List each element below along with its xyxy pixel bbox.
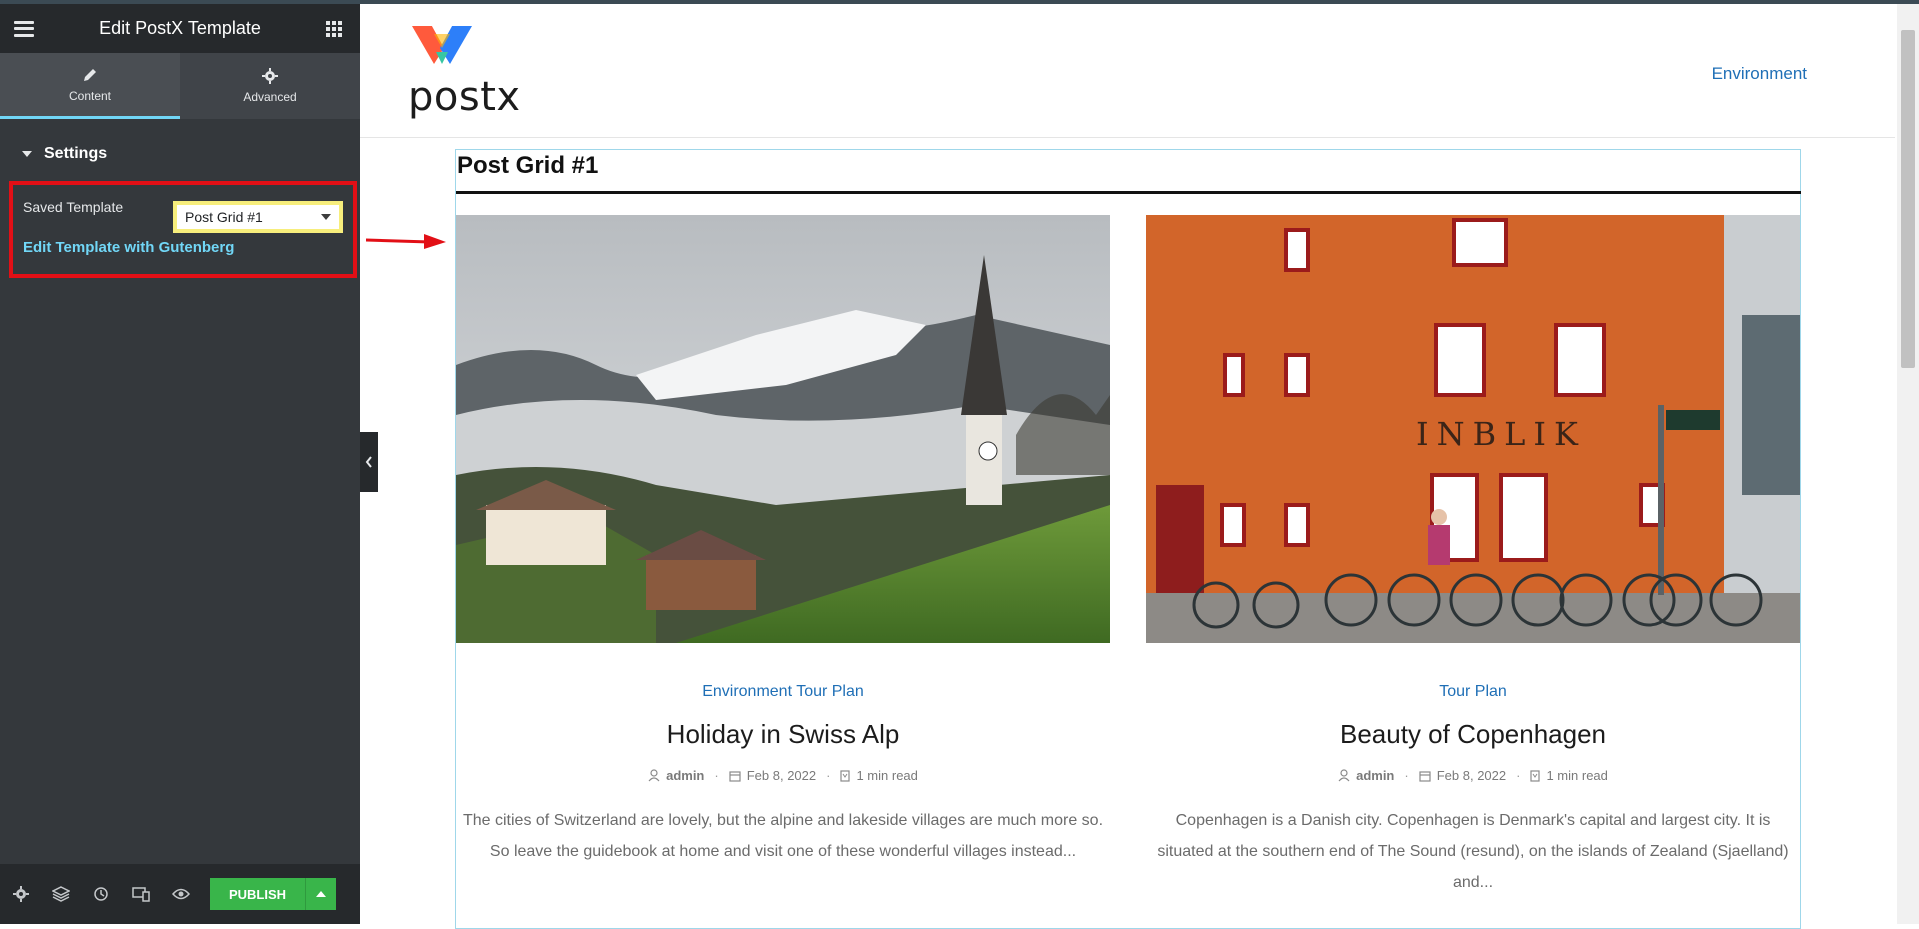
user-icon (648, 769, 660, 782)
hamburger-menu-icon[interactable] (14, 20, 34, 37)
category-link-tour-plan[interactable]: Tour Plan (1439, 683, 1507, 700)
post-meta: admin · Feb 8, 2022 · 1 min read (1146, 768, 1800, 783)
caret-up-icon (316, 891, 326, 897)
post-card-swiss-alp: Environment Tour Plan Holiday in Swiss A… (456, 215, 1110, 867)
history-icon[interactable] (92, 885, 110, 903)
tab-advanced-label: Advanced (243, 90, 297, 104)
post-author[interactable]: admin (1338, 768, 1394, 783)
post-image-copenhagen[interactable]: INBLIK (1146, 215, 1800, 643)
post-title[interactable]: Holiday in Swiss Alp (456, 719, 1110, 750)
meta-separator: · (826, 768, 831, 783)
panel-tabs: Content Advanced (0, 53, 360, 119)
tab-content-label: Content (68, 88, 112, 103)
post-excerpt: The cities of Switzerland are lovely, bu… (462, 812, 1104, 860)
pencil-icon (84, 68, 96, 81)
post-date: Feb 8, 2022 (729, 768, 816, 783)
post-date-text: Feb 8, 2022 (746, 768, 817, 783)
post-meta: admin · Feb 8, 2022 · 1 min read (456, 768, 1110, 783)
post-date-text: Feb 8, 2022 (1436, 768, 1507, 783)
publish-options-button[interactable] (306, 878, 336, 910)
elementor-panel: Edit PostX Template Content Advanced Set… (0, 4, 360, 924)
post-grid-heading: Post Grid #1 (457, 152, 599, 179)
user-icon (1338, 769, 1350, 782)
settings-icon[interactable] (12, 885, 30, 903)
post-read-time-text: 1 min read (856, 768, 918, 783)
dropdown-arrow-icon (321, 214, 331, 220)
post-author-name: admin (666, 768, 705, 783)
read-time-icon (840, 769, 851, 782)
post-author[interactable]: admin (648, 768, 704, 783)
panel-footer: PUBLISH (0, 864, 360, 924)
highlighted-controls-box: Saved Template Post Grid #1 Edit Templat… (9, 181, 357, 278)
post-categories: Environment Tour Plan (456, 683, 1110, 701)
saved-template-control: Saved Template (23, 199, 173, 215)
nav-item-environment[interactable]: Environment (1712, 64, 1807, 84)
settings-section-toggle[interactable]: Settings (0, 119, 360, 189)
scrollbar-thumb[interactable] (1901, 30, 1915, 368)
preview-scrollbar[interactable] (1897, 4, 1919, 924)
category-link-tour-plan[interactable]: Tour Plan (796, 683, 864, 700)
gear-icon (262, 68, 278, 84)
tab-content[interactable]: Content (0, 53, 180, 119)
red-annotation-arrow (366, 234, 446, 249)
panel-title: Edit PostX Template (99, 18, 261, 38)
meta-separator: · (714, 768, 719, 783)
calendar-icon (729, 770, 741, 782)
calendar-icon (1419, 770, 1431, 782)
edit-template-gutenberg-link[interactable]: Edit Template with Gutenberg (23, 239, 234, 256)
svg-text:INBLIK: INBLIK (1416, 415, 1586, 453)
publish-group: PUBLISH (210, 878, 336, 910)
post-date: Feb 8, 2022 (1419, 768, 1506, 783)
saved-template-label: Saved Template (23, 199, 124, 215)
post-read-time: 1 min read (840, 768, 918, 783)
post-card-copenhagen: INBLIK Tour Plan Beauty of Copenhagen ad… (1146, 215, 1800, 898)
tab-advanced[interactable]: Advanced (180, 53, 360, 119)
post-author-name: admin (1356, 768, 1395, 783)
post-categories: Tour Plan (1146, 683, 1800, 701)
preview-eye-icon[interactable] (172, 885, 190, 903)
post-read-time-text: 1 min read (1546, 768, 1608, 783)
collapse-panel-toggle[interactable] (360, 432, 378, 492)
meta-separator: · (1404, 768, 1409, 783)
caret-down-icon (22, 151, 32, 157)
responsive-icon[interactable] (132, 885, 150, 903)
layers-icon[interactable] (52, 885, 70, 903)
post-grid-block: Post Grid #1 Environment Tour Plan Holid… (455, 149, 1801, 929)
meta-separator: · (1516, 768, 1521, 783)
site-logo-text[interactable]: postx (408, 74, 521, 120)
post-read-time: 1 min read (1530, 768, 1608, 783)
panel-header: Edit PostX Template (0, 4, 360, 53)
chevron-left-icon (365, 456, 372, 468)
read-time-icon (1530, 769, 1541, 782)
post-excerpt: Copenhagen is a Danish city. Copenhagen … (1157, 812, 1789, 891)
settings-section-title: Settings (44, 145, 108, 162)
postx-logo-icon[interactable] (410, 22, 474, 66)
publish-button[interactable]: PUBLISH (210, 878, 306, 910)
post-title[interactable]: Beauty of Copenhagen (1146, 719, 1800, 750)
saved-template-select[interactable]: Post Grid #1 (173, 201, 343, 233)
post-image-swiss-alp[interactable] (456, 215, 1110, 643)
category-link-environment[interactable]: Environment (702, 683, 792, 700)
saved-template-value: Post Grid #1 (185, 209, 263, 225)
heading-divider (456, 191, 1801, 194)
widgets-grid-icon[interactable] (325, 20, 342, 37)
site-header: postx Environment (360, 4, 1895, 138)
